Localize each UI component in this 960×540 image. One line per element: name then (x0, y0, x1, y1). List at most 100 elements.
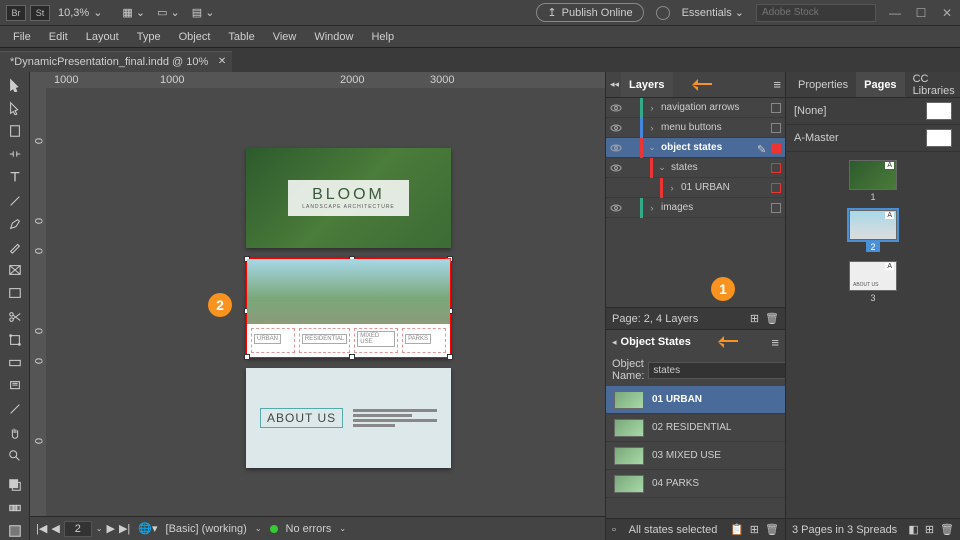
edit-page-size-icon[interactable]: ◧ (908, 523, 918, 536)
object-states-tab[interactable]: Object States (621, 336, 691, 348)
page-item[interactable]: A1 (849, 160, 897, 202)
maximize-icon[interactable]: ☐ (914, 7, 928, 19)
collapse-panel-icon[interactable]: ◂◂ (610, 79, 619, 90)
new-layer-icon[interactable]: ⊞ (750, 312, 759, 325)
document-tab[interactable]: *DynamicPresentation_final.indd @ 10% ✕ (0, 51, 232, 72)
layer-row[interactable]: ›01 URBAN (606, 178, 785, 198)
free-transform-tool[interactable] (6, 331, 24, 348)
page-thumbnail-1[interactable]: BLOOM LANDSCAPE ARCHITECTURE (246, 148, 451, 248)
stock-search-input[interactable] (756, 4, 876, 22)
state-item[interactable]: 01 URBAN (606, 386, 785, 414)
preflight-status-icon (270, 525, 278, 533)
menu-view[interactable]: View (264, 31, 306, 43)
last-page-icon[interactable]: ▶| (119, 522, 130, 535)
zoom-level[interactable]: 10,3% (58, 7, 89, 19)
layer-row-selected[interactable]: ⌄object states✎ (606, 138, 785, 158)
color-theme-tool[interactable] (6, 500, 24, 517)
next-page-icon[interactable]: ▶ (107, 522, 115, 535)
chevron-down-icon[interactable]: ⌄ (93, 6, 102, 19)
direct-selection-tool[interactable] (6, 99, 24, 116)
scissors-tool[interactable] (6, 308, 24, 325)
menu-window[interactable]: Window (305, 31, 362, 43)
panel-menu-icon[interactable]: ≡ (773, 77, 781, 92)
page-item[interactable]: A2 (849, 210, 897, 253)
layer-row[interactable]: ›menu buttons (606, 118, 785, 138)
panel-menu-icon[interactable]: ≡ (771, 335, 779, 350)
state-item[interactable]: 04 PARKS (606, 470, 785, 498)
page-number-field[interactable]: 2 (64, 521, 92, 537)
line-tool[interactable] (6, 192, 24, 209)
zoom-tool[interactable] (6, 447, 24, 464)
pencil-tool[interactable] (6, 238, 24, 255)
paste-state-icon[interactable]: 📋 (730, 523, 744, 536)
visibility-icon[interactable] (610, 122, 622, 134)
pen-tool[interactable] (6, 215, 24, 232)
arrange-icon[interactable]: ▤ ⌄ (192, 6, 215, 19)
rectangle-frame-tool[interactable] (6, 262, 24, 279)
page-tool[interactable] (6, 122, 24, 139)
visibility-icon[interactable] (610, 102, 622, 114)
open-bridge-icon[interactable]: 🌐▾ (138, 522, 157, 535)
prev-page-icon[interactable]: ◀ (51, 522, 59, 535)
document-canvas[interactable]: 1000 1000 2000 3000 010 010 010 BLOOM LA… (30, 72, 605, 540)
new-page-icon[interactable]: ⊞ (925, 523, 934, 536)
learn-icon[interactable] (656, 6, 670, 20)
first-page-icon[interactable]: |◀ (36, 522, 47, 535)
callout-arrow-objectstates (710, 335, 738, 349)
menu-object[interactable]: Object (170, 31, 220, 43)
menu-file[interactable]: File (4, 31, 40, 43)
cc-libraries-tab[interactable]: CC Libraries (905, 72, 960, 97)
state-item[interactable]: 02 RESIDENTIAL (606, 414, 785, 442)
close-tab-icon[interactable]: ✕ (218, 56, 226, 67)
new-state-icon[interactable]: ⊞ (750, 523, 759, 536)
visibility-icon[interactable] (610, 142, 622, 154)
menu-type[interactable]: Type (128, 31, 170, 43)
eyedropper-tool[interactable] (6, 401, 24, 418)
object-states-panel: ◂ Object States ≡ Object Name: ⇅ 01 URBA… (606, 329, 785, 540)
collapse-icon[interactable]: ◂ (612, 337, 617, 348)
selection-tool[interactable] (6, 76, 24, 93)
note-tool[interactable] (6, 378, 24, 395)
menu-table[interactable]: Table (219, 31, 263, 43)
menu-layout[interactable]: Layout (77, 31, 128, 43)
menu-help[interactable]: Help (362, 31, 403, 43)
view-options-icon[interactable]: ▦ ⌄ (122, 6, 145, 19)
view-mode-tool[interactable] (6, 523, 24, 540)
layers-tab[interactable]: Layers (621, 72, 672, 97)
object-name-input[interactable] (648, 362, 790, 379)
type-tool[interactable] (6, 169, 24, 186)
none-master-row[interactable]: [None] (786, 98, 960, 125)
page-thumbnail-3[interactable]: ABOUT US (246, 368, 451, 468)
preview-spread-icon[interactable]: ▫ (612, 524, 616, 536)
properties-tab[interactable]: Properties (790, 72, 856, 97)
bridge-icon[interactable]: Br (6, 5, 26, 21)
fill-stroke-swatch[interactable] (6, 476, 24, 493)
a-master-row[interactable]: A-Master (786, 125, 960, 152)
workspace-switcher[interactable]: Essentials ⌄ (682, 6, 744, 19)
visibility-icon[interactable] (610, 202, 622, 214)
minimize-icon[interactable]: — (888, 7, 902, 19)
tools-panel (0, 72, 30, 540)
layer-row[interactable]: ⌄states (606, 158, 785, 178)
preflight-errors[interactable]: No errors (286, 523, 332, 535)
stock-icon[interactable]: St (30, 5, 50, 21)
delete-page-icon[interactable]: 🗑 (940, 523, 954, 536)
close-icon[interactable]: ✕ (940, 7, 954, 19)
gradient-tool[interactable] (6, 354, 24, 371)
rectangle-tool[interactable] (6, 285, 24, 302)
menu-edit[interactable]: Edit (40, 31, 77, 43)
screen-mode-icon[interactable]: ▭ ⌄ (157, 6, 180, 19)
page-item[interactable]: AABOUT US3 (849, 261, 897, 303)
delete-state-icon[interactable]: 🗑 (765, 523, 779, 536)
hand-tool[interactable] (6, 424, 24, 441)
layer-row[interactable]: ›images (606, 198, 785, 218)
publish-online-button[interactable]: ↥Publish Online (536, 3, 643, 22)
page-thumbnail-2[interactable]: URBAN RESIDENTIAL MIXED USE PARKS (246, 258, 451, 358)
pages-tab[interactable]: Pages (856, 72, 904, 97)
layer-row[interactable]: ›navigation arrows (606, 98, 785, 118)
preflight-profile[interactable]: [Basic] (working) (166, 523, 247, 535)
gap-tool[interactable] (6, 146, 24, 163)
state-item[interactable]: 03 MIXED USE (606, 442, 785, 470)
visibility-icon[interactable] (610, 162, 622, 174)
delete-layer-icon[interactable]: 🗑 (765, 312, 779, 325)
